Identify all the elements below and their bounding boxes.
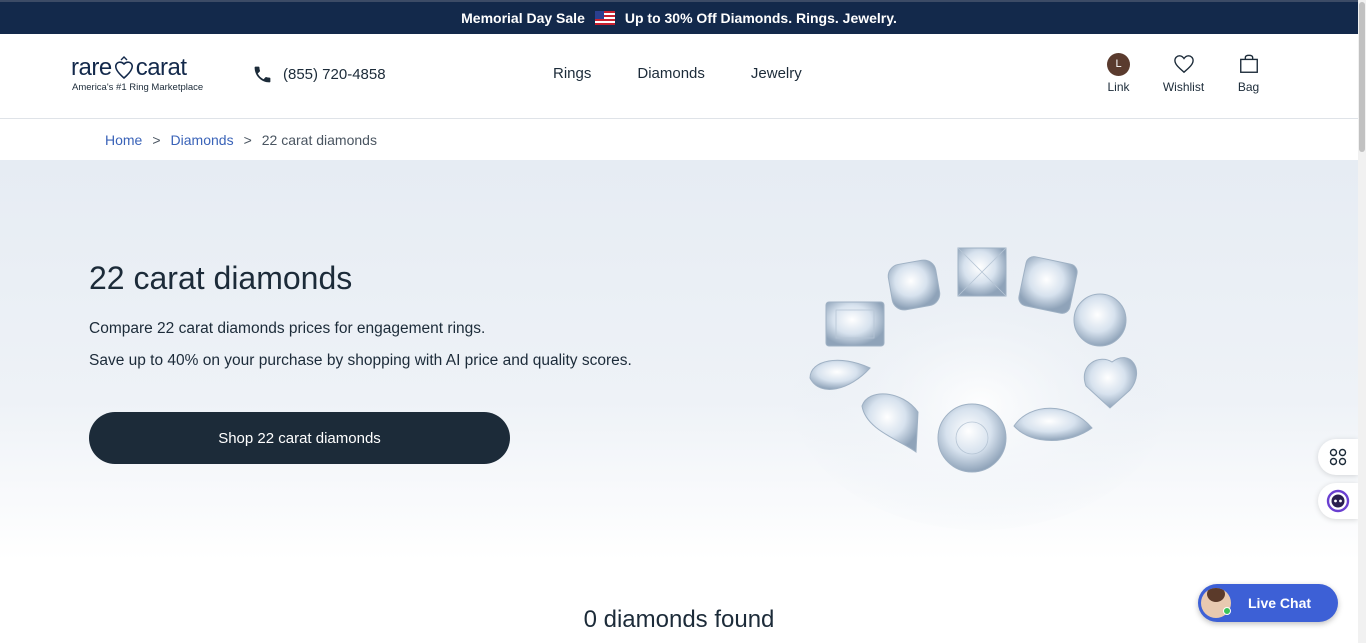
scrollbar-thumb[interactable]	[1359, 2, 1365, 152]
account-label: Link	[1107, 80, 1130, 94]
account-button[interactable]: L Link	[1097, 52, 1140, 94]
breadcrumb-separator: >	[243, 132, 252, 148]
phone-link[interactable]: (855) 720-4858	[252, 64, 386, 85]
phone-number: (855) 720-4858	[283, 66, 386, 83]
main-nav: Rings Diamonds Jewelry	[553, 65, 848, 82]
logo[interactable]: rare carat America's #1 Ring Marketplace	[71, 54, 211, 93]
avatar: L	[1107, 52, 1130, 76]
diamond-ring-image	[790, 247, 1170, 530]
site-header: rare carat America's #1 Ring Marketplace…	[0, 34, 1358, 119]
header-actions: L Link Wishlist Bag	[1075, 52, 1270, 94]
hero-description-1: Compare 22 carat diamonds prices for eng…	[89, 320, 486, 337]
nav-diamonds[interactable]: Diamonds	[637, 65, 705, 82]
results-count: 0 diamonds found	[583, 606, 775, 633]
assistant-icon	[1326, 489, 1350, 513]
page-title: 22 carat diamonds	[89, 260, 353, 296]
breadcrumb-separator: >	[152, 132, 161, 148]
nav-jewelry[interactable]: Jewelry	[751, 65, 802, 82]
breadcrumb-current: 22 carat diamonds	[261, 132, 377, 148]
apps-widget-button[interactable]	[1318, 439, 1358, 475]
promo-banner[interactable]: Memorial Day Sale Up to 30% Off Diamonds…	[0, 0, 1358, 34]
bag-button[interactable]: Bag	[1227, 52, 1270, 94]
phone-icon	[254, 66, 271, 83]
logo-tagline: America's #1 Ring Marketplace	[72, 82, 204, 93]
heart-icon	[1173, 55, 1194, 74]
logo-heart-icon	[114, 56, 133, 80]
live-chat-label: Live Chat	[1248, 595, 1312, 611]
hero-description-2: Save up to 40% on your purchase by shopp…	[89, 352, 632, 369]
scrollbar[interactable]	[1358, 0, 1366, 643]
shop-diamonds-button[interactable]: Shop 22 carat diamonds	[89, 412, 510, 464]
apps-grid-icon	[1329, 448, 1347, 466]
wishlist-label: Wishlist	[1162, 80, 1205, 94]
hero-section: 22 carat diamonds Compare 22 carat diamo…	[0, 160, 1358, 560]
logo-text-carat: carat	[135, 54, 187, 81]
promo-sale-text: Memorial Day Sale	[461, 10, 585, 26]
us-flag-icon	[594, 11, 615, 25]
bag-icon	[1239, 54, 1258, 73]
promo-offer-text: Up to 30% Off Diamonds. Rings. Jewelry.	[624, 10, 897, 26]
logo-text-rare: rare	[71, 54, 112, 81]
breadcrumb: Home > Diamonds > 22 carat diamonds	[105, 132, 377, 148]
assistant-widget-button[interactable]	[1318, 483, 1358, 519]
breadcrumb-home[interactable]: Home	[105, 132, 142, 148]
live-chat-button[interactable]: Live Chat	[1198, 584, 1338, 622]
breadcrumb-diamonds[interactable]: Diamonds	[171, 132, 234, 148]
wishlist-button[interactable]: Wishlist	[1162, 52, 1205, 94]
bag-label: Bag	[1237, 80, 1260, 94]
nav-rings[interactable]: Rings	[553, 65, 591, 82]
online-status-icon	[1223, 607, 1231, 615]
